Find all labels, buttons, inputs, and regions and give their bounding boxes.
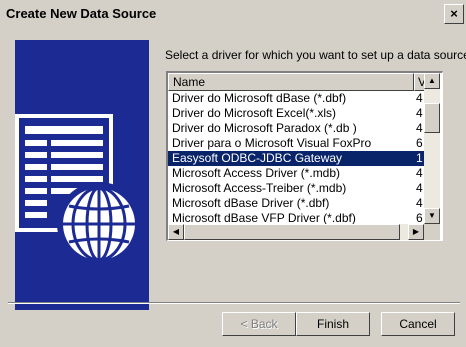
driver-name: Driver do Microsoft Excel(*.xls) xyxy=(172,106,337,120)
driver-name: Microsoft dBase VFP Driver (*.dbf) xyxy=(172,211,356,224)
driver-row[interactable]: Microsoft Access-Treiber (*.mdb) 4 xyxy=(168,181,424,196)
driver-row[interactable]: Driver do Microsoft Excel(*.xls) 4 xyxy=(168,106,424,121)
driver-name: Easysoft ODBC-JDBC Gateway xyxy=(172,151,343,165)
driver-rows: Driver do Microsoft dBase (*.dbf) 4 Driver… xyxy=(168,91,424,224)
driver-version: 4 xyxy=(416,106,423,120)
driver-name: Microsoft Access-Treiber (*.mdb) xyxy=(172,181,347,195)
globe-icon xyxy=(57,182,141,266)
driver-name: Driver do Microsoft Paradox (*.db ) xyxy=(172,121,357,135)
vertical-scroll-thumb[interactable] xyxy=(424,103,440,133)
scroll-right-button[interactable]: ▶ xyxy=(408,224,424,240)
column-header-name[interactable]: Name xyxy=(168,73,414,91)
driver-version: 6 xyxy=(416,136,423,150)
driver-row[interactable]: Microsoft dBase Driver (*.dbf) 4 xyxy=(168,196,424,211)
close-button[interactable]: × xyxy=(444,4,464,24)
driver-version: 4 xyxy=(416,166,423,180)
title-bar: Create New Data Source × xyxy=(0,0,466,30)
list-header: Name V xyxy=(168,73,426,91)
horizontal-scrollbar[interactable]: ◀ ▶ xyxy=(168,224,424,240)
driver-name: Driver do Microsoft dBase (*.dbf) xyxy=(172,91,347,105)
driver-name: Microsoft dBase Driver (*.dbf) xyxy=(172,196,330,210)
window-title: Create New Data Source xyxy=(6,6,157,21)
driver-row[interactable]: Microsoft dBase VFP Driver (*.dbf) 6 xyxy=(168,211,424,224)
driver-version: 4 xyxy=(416,91,423,105)
driver-version: 1 xyxy=(416,151,423,165)
driver-row[interactable]: Easysoft ODBC-JDBC Gateway 1 xyxy=(168,151,424,166)
scroll-up-button[interactable]: ▲ xyxy=(424,73,440,89)
driver-row[interactable]: Microsoft Access Driver (*.mdb) 4 xyxy=(168,166,424,181)
arrow-down-icon: ▼ xyxy=(428,211,436,220)
arrow-up-icon: ▲ xyxy=(428,76,436,85)
create-new-data-source-dialog: Create New Data Source × Select a driver… xyxy=(0,0,466,347)
arrow-right-icon: ▶ xyxy=(412,227,420,236)
scroll-down-button[interactable]: ▼ xyxy=(424,208,440,224)
driver-row[interactable]: Driver do Microsoft dBase (*.dbf) 4 xyxy=(168,91,424,106)
driver-version: 4 xyxy=(416,196,423,210)
horizontal-scroll-thumb[interactable] xyxy=(184,224,400,240)
driver-row[interactable]: Driver para o Microsoft Visual FoxPro 6 xyxy=(168,136,424,151)
driver-version: 6 xyxy=(416,211,423,224)
button-separator xyxy=(8,302,460,304)
close-icon: × xyxy=(450,6,458,21)
driver-name: Microsoft Access Driver (*.mdb) xyxy=(172,166,341,180)
scroll-left-button[interactable]: ◀ xyxy=(168,224,184,240)
driver-row[interactable]: Driver do Microsoft Paradox (*.db ) 4 xyxy=(168,121,424,136)
vertical-scrollbar[interactable]: ▲ ▼ xyxy=(424,73,440,224)
instruction-text: Select a driver for which you want to se… xyxy=(165,48,466,62)
driver-list[interactable]: Name V Driver do Microsoft dBase (*.dbf)… xyxy=(166,71,443,241)
cancel-button[interactable]: Cancel xyxy=(381,312,455,336)
driver-name: Driver para o Microsoft Visual FoxPro xyxy=(172,136,372,150)
back-button[interactable]: < Back xyxy=(222,312,296,336)
scrollbar-corner xyxy=(424,224,440,240)
arrow-left-icon: ◀ xyxy=(172,227,180,236)
data-source-illustration xyxy=(15,114,141,266)
driver-version: 4 xyxy=(416,181,423,195)
finish-button[interactable]: Finish xyxy=(296,312,370,336)
side-illustration-panel xyxy=(15,40,149,310)
driver-version: 4 xyxy=(416,121,423,135)
